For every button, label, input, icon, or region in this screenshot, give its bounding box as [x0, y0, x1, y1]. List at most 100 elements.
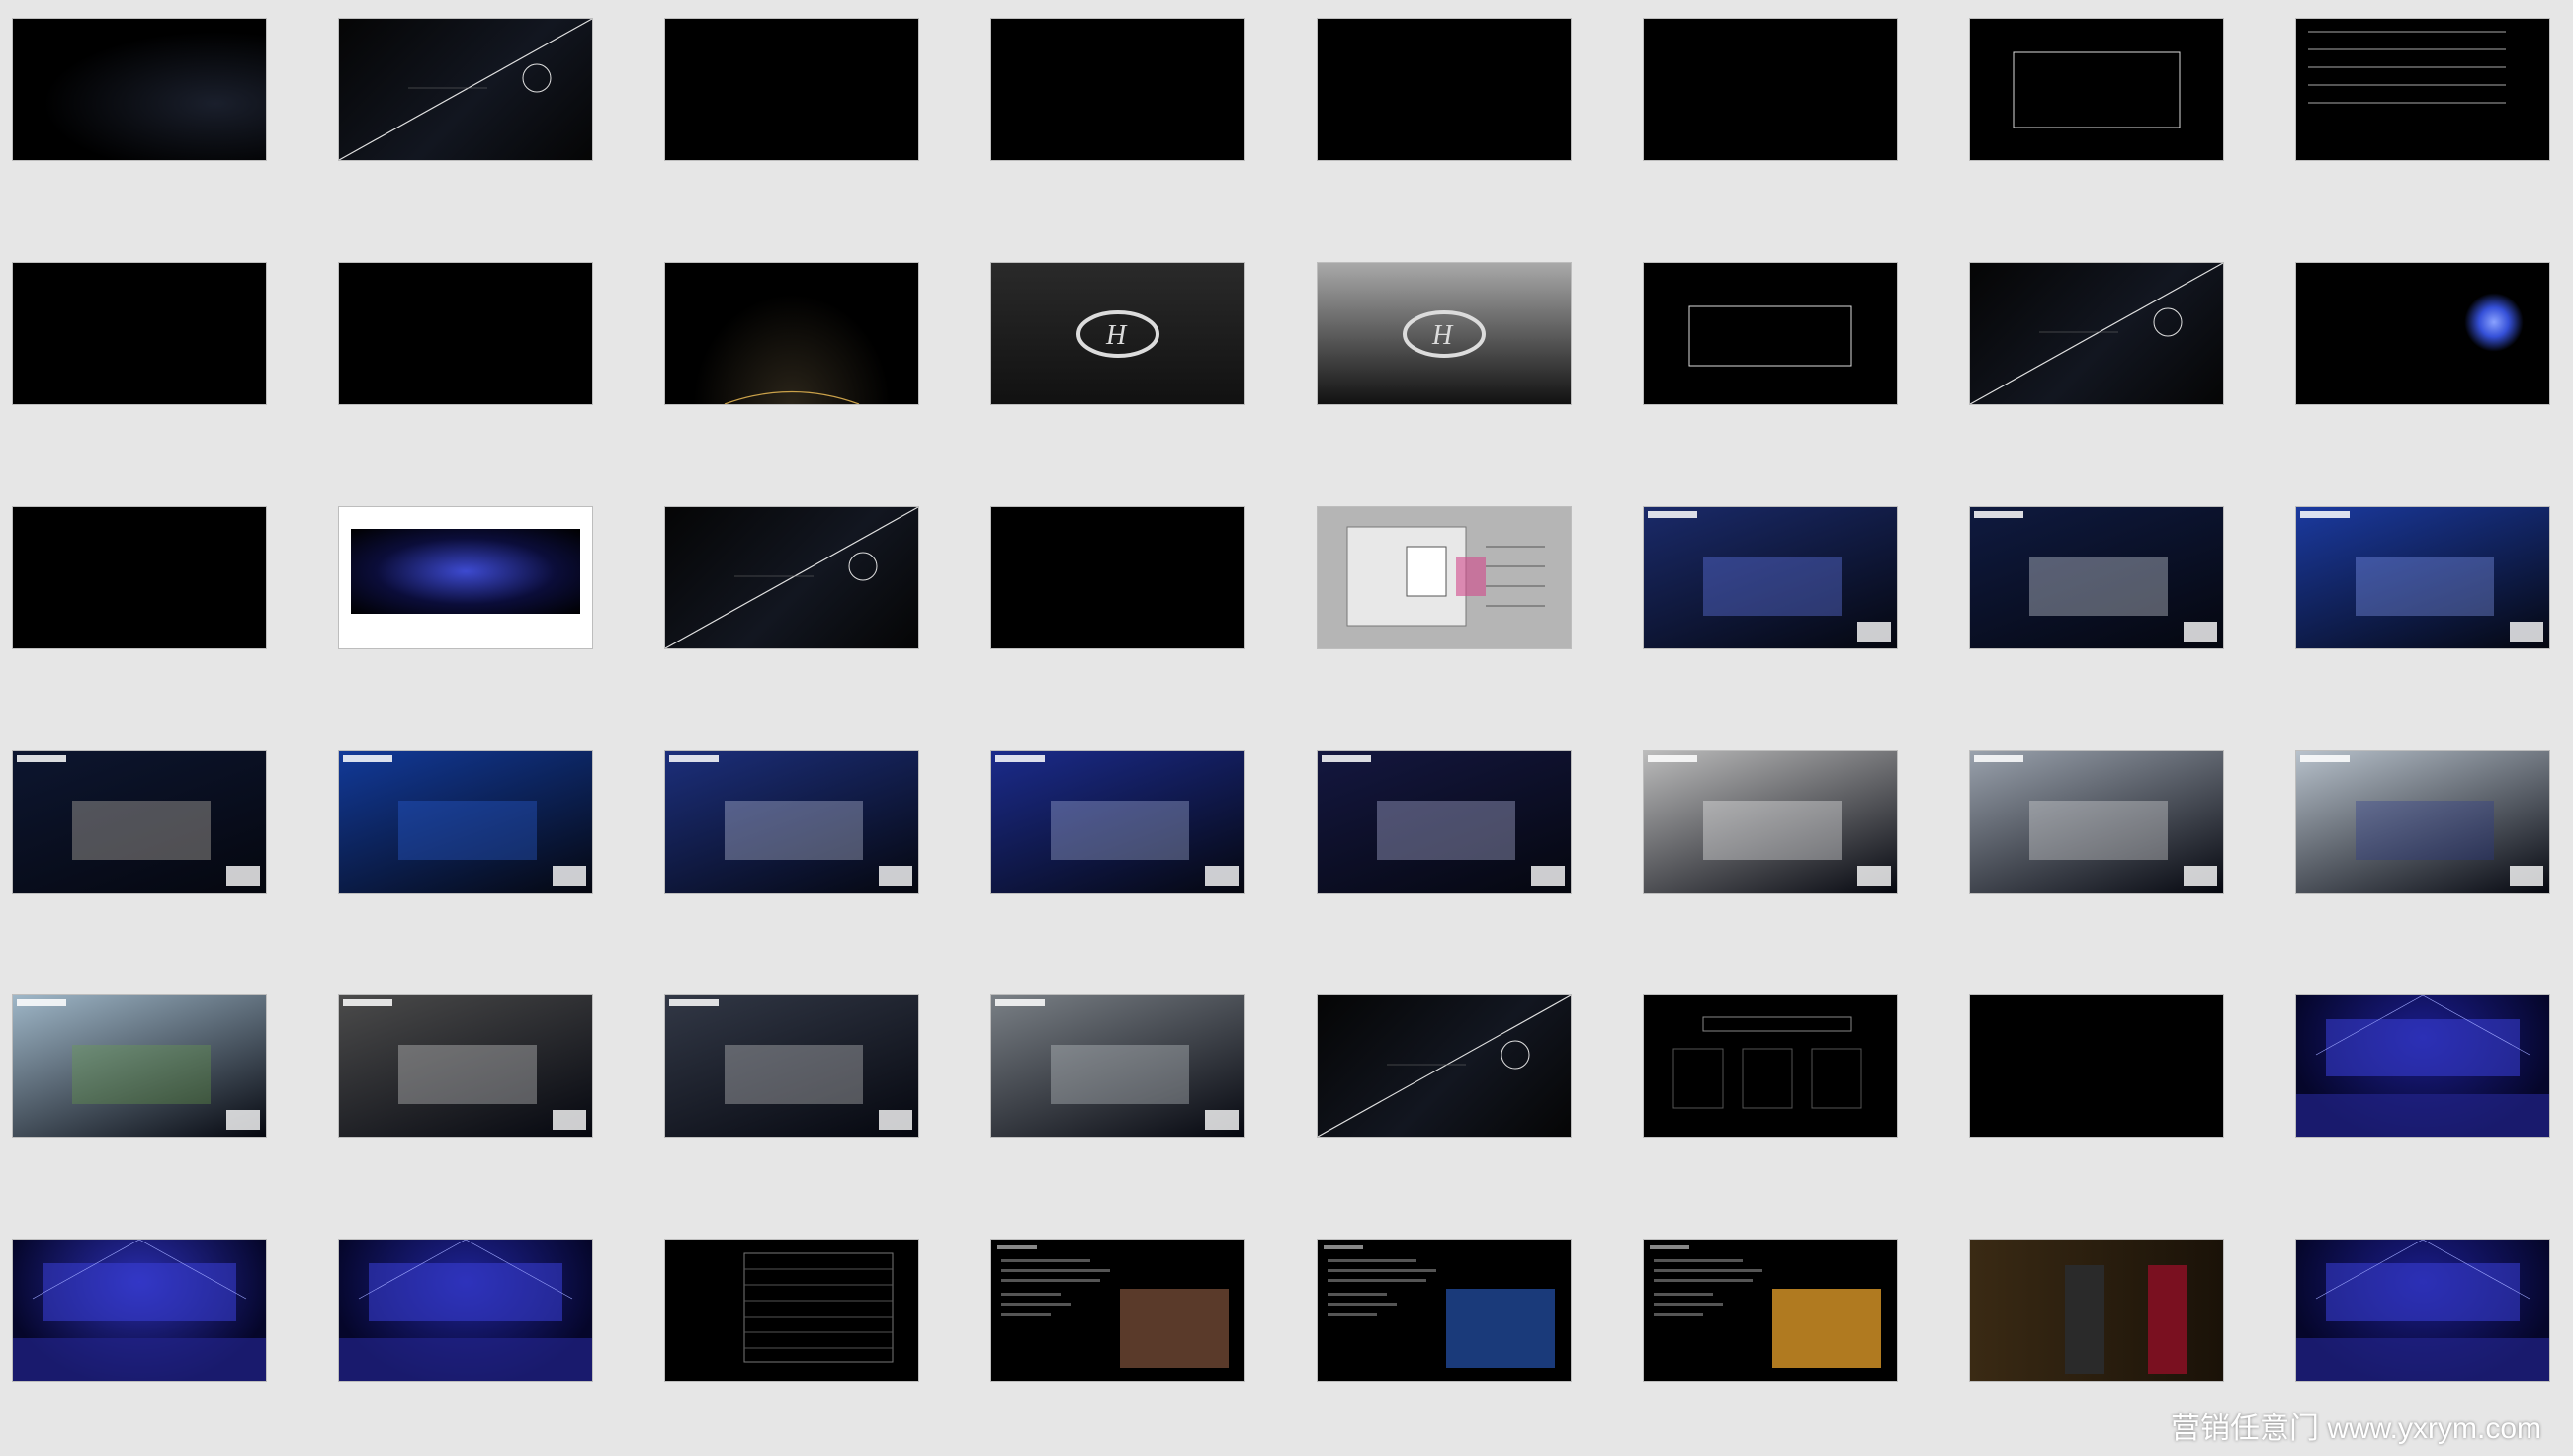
inner-banner: [351, 529, 580, 614]
text-line: [2308, 31, 2506, 33]
slide-graphic: [997, 1245, 1229, 1368]
slide-graphic: [724, 390, 860, 404]
slide-cell: [664, 506, 919, 724]
slide-cell: [2295, 262, 2550, 479]
slide-graphic: [339, 1240, 592, 1381]
slide-thumbnail[interactable]: [2295, 18, 2550, 161]
slide-graphic: [2013, 51, 2181, 128]
slide-cell: [12, 262, 267, 479]
slide-thumbnail[interactable]: [12, 994, 267, 1138]
slide-thumbnail[interactable]: [2295, 1239, 2550, 1382]
slide-cell: [990, 18, 1245, 235]
slide-thumbnail[interactable]: [990, 750, 1245, 894]
slide-thumbnail[interactable]: [664, 262, 919, 405]
x-glow-mark: [2464, 293, 2524, 352]
slide-cell: [1317, 506, 1572, 724]
slide-graphic: [2300, 755, 2543, 886]
slide-graphic: [1672, 1016, 1862, 1109]
slide-cell: [2295, 994, 2550, 1212]
slide-thumbnail[interactable]: [2295, 506, 2550, 649]
slide-graphic: [1650, 1245, 1881, 1368]
slide-graphic: [1648, 511, 1891, 642]
slide-graphic: [995, 999, 1239, 1130]
slide-thumbnail[interactable]: [664, 18, 919, 161]
slide-cell: [2295, 506, 2550, 724]
slide-cell: [664, 1239, 919, 1456]
slide-thumbnail[interactable]: [664, 750, 919, 894]
slide-thumbnail[interactable]: [338, 1239, 593, 1382]
slide-graphic: [1322, 755, 1565, 886]
slide-cell: [1643, 994, 1898, 1212]
text-line: [2308, 48, 2506, 50]
slide-cell: [338, 18, 593, 235]
slide-thumbnail[interactable]: [1969, 1239, 2224, 1382]
slide-graphic: [743, 1252, 894, 1363]
slide-thumbnail[interactable]: [338, 18, 593, 161]
slide-cell: [664, 750, 919, 968]
slide-thumbnail[interactable]: [12, 262, 267, 405]
slide-thumbnail[interactable]: [1317, 994, 1572, 1138]
slide-thumbnail[interactable]: [990, 1239, 1245, 1382]
slide-thumbnail[interactable]: [990, 18, 1245, 161]
slide-thumbnail[interactable]: [1643, 262, 1898, 405]
slide-cell: [1643, 506, 1898, 724]
slide-thumbnail[interactable]: [1317, 506, 1572, 649]
slide-thumbnail[interactable]: [1643, 750, 1898, 894]
slide-thumbnail[interactable]: [1317, 750, 1572, 894]
slide-thumbnail[interactable]: [1643, 18, 1898, 161]
slide-cell: [1969, 262, 2224, 479]
slide-thumbnail[interactable]: [1969, 18, 2224, 161]
slide-thumbnail[interactable]: [1643, 994, 1898, 1138]
slide-thumbnail[interactable]: [990, 506, 1245, 649]
slide-thumbnail[interactable]: [1317, 1239, 1572, 1382]
slide-graphic: [1318, 995, 1571, 1137]
slide-thumbnail[interactable]: [664, 506, 919, 649]
slide-thumbnail[interactable]: [1317, 18, 1572, 161]
slide-thumbnail[interactable]: [664, 994, 919, 1138]
slide-graphic: [1688, 305, 1852, 367]
slide-thumbnail[interactable]: [1643, 506, 1898, 649]
slide-thumbnail[interactable]: [1969, 262, 2224, 405]
slide-graphic: [995, 755, 1239, 886]
slide-cell: H: [1317, 262, 1572, 479]
slide-graphic: [2296, 995, 2549, 1137]
slide-thumbnail[interactable]: [338, 994, 593, 1138]
slide-thumbnail[interactable]: [990, 994, 1245, 1138]
slide-thumbnail[interactable]: [12, 506, 267, 649]
slide-thumbnail[interactable]: H: [990, 262, 1245, 405]
slide-thumbnail[interactable]: [12, 18, 267, 161]
slide-thumbnail[interactable]: [2295, 750, 2550, 894]
slide-thumbnail[interactable]: [338, 262, 593, 405]
slide-cell: [338, 262, 593, 479]
slide-cell: [1643, 262, 1898, 479]
slide-thumbnail[interactable]: [1643, 1239, 1898, 1382]
slide-cell: [12, 750, 267, 968]
slide-cell: [1317, 750, 1572, 968]
slide-graphic: [1974, 755, 2217, 886]
text-line: [2308, 102, 2506, 104]
slide-cell: [12, 994, 267, 1212]
slide-graphic: [343, 999, 586, 1130]
slide-cell: [1643, 18, 1898, 235]
slide-thumbnail[interactable]: [1969, 506, 2224, 649]
slide-thumbnail[interactable]: [1969, 994, 2224, 1138]
slide-thumbnail[interactable]: [12, 750, 267, 894]
slide-cell: [338, 994, 593, 1212]
slide-graphic: [1648, 755, 1891, 886]
slide-thumbnail[interactable]: [2295, 994, 2550, 1138]
svg-text:H: H: [1431, 320, 1454, 351]
slide-sorter-grid: HH: [0, 0, 2573, 1455]
slide-graphic: [1970, 263, 2223, 404]
slide-graphic: [17, 999, 260, 1130]
slide-thumbnail[interactable]: [338, 750, 593, 894]
slide-thumbnail[interactable]: [12, 1239, 267, 1382]
slide-thumbnail[interactable]: [664, 1239, 919, 1382]
slide-cell: [2295, 18, 2550, 235]
svg-text:H: H: [1105, 320, 1128, 351]
slide-thumbnail[interactable]: [2295, 262, 2550, 405]
slide-cell: H: [990, 262, 1245, 479]
slide-thumbnail[interactable]: [338, 506, 593, 649]
slide-thumbnail[interactable]: [1969, 750, 2224, 894]
slide-thumbnail[interactable]: H: [1317, 262, 1572, 405]
slide-cell: [2295, 750, 2550, 968]
